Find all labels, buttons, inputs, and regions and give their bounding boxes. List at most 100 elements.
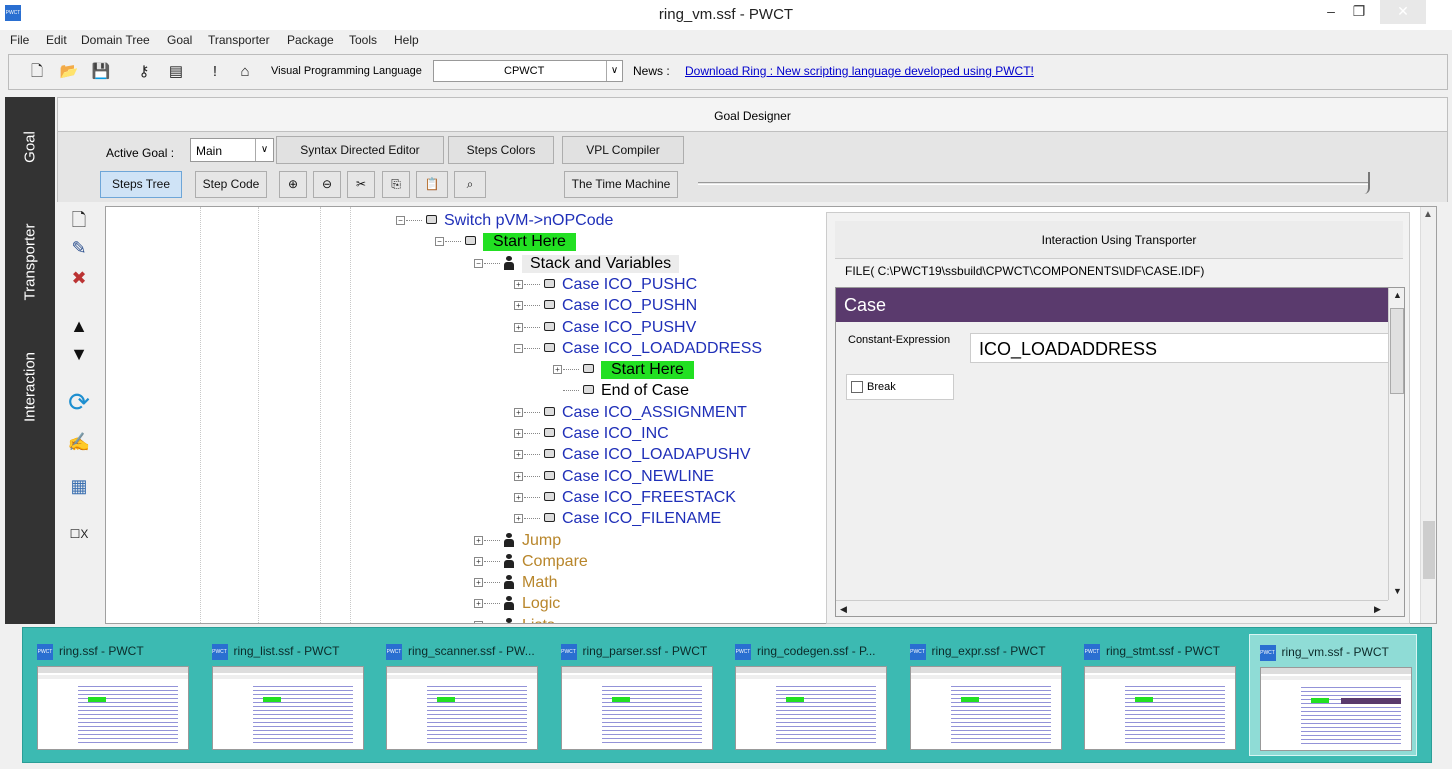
zoom-out-icon[interactable]: ⊖ xyxy=(313,171,341,198)
chevron-down-icon[interactable]: ∨ xyxy=(606,61,622,81)
toggle-x-checkbox[interactable]: ☐X xyxy=(65,520,93,548)
time-machine-slider-thumb[interactable] xyxy=(1364,172,1370,194)
menu-domain-tree[interactable]: Domain Tree xyxy=(81,33,150,47)
chevron-down-icon[interactable]: ∨ xyxy=(255,139,273,161)
time-machine-button[interactable]: The Time Machine xyxy=(564,171,678,198)
time-machine-slider[interactable] xyxy=(698,182,1368,185)
tab-goal[interactable]: Goal xyxy=(5,97,55,197)
expand-icon[interactable]: + xyxy=(514,301,523,311)
minimize-button[interactable]: – xyxy=(1318,0,1344,24)
scroll-right-icon[interactable]: ▶ xyxy=(1374,604,1381,615)
menu-file[interactable]: File xyxy=(10,33,29,47)
steps-tree-button[interactable]: Steps Tree xyxy=(100,171,182,198)
expand-icon[interactable]: + xyxy=(474,599,483,609)
menu-transporter[interactable]: Transporter xyxy=(208,33,270,47)
close-button[interactable]: ✕ xyxy=(1380,0,1426,24)
expand-icon[interactable]: + xyxy=(514,471,523,481)
scroll-up-icon[interactable]: ▲ xyxy=(1423,209,1433,220)
menu-tools[interactable]: Tools xyxy=(349,33,377,47)
open-folder-icon[interactable]: 📂 xyxy=(59,62,79,82)
maximize-button[interactable]: ❐ xyxy=(1346,0,1372,24)
goal-designer-header: Goal Designer xyxy=(57,97,1448,132)
app-icon: PWCT xyxy=(211,644,228,660)
taskbar-thumbnail[interactable]: PWCT ring_codegen.ssf - P... xyxy=(725,634,893,756)
open-box-icon[interactable]: ⌂ xyxy=(235,62,255,82)
edit-step-icon[interactable]: ✎ xyxy=(65,234,93,262)
expand-icon[interactable]: + xyxy=(514,322,523,332)
taskbar-thumbnail[interactable]: PWCT ring_stmt.ssf - PWCT xyxy=(1074,634,1242,756)
key-icon[interactable]: ⚷ xyxy=(134,62,154,82)
refresh-icon[interactable]: ⟳ xyxy=(65,388,93,416)
constant-expression-input[interactable]: ICO_LOADADDRESS xyxy=(970,333,1390,363)
report-icon[interactable]: ▤ xyxy=(166,62,186,82)
collapse-icon[interactable]: − xyxy=(396,216,405,225)
tree-connector xyxy=(524,305,540,307)
expand-icon[interactable]: + xyxy=(474,620,483,623)
scroll-up-icon[interactable]: ▲ xyxy=(1393,290,1402,300)
scroll-down-icon[interactable]: ▼ xyxy=(1393,586,1402,596)
taskbar-thumbnail[interactable]: PWCT ring_list.ssf - PWCT xyxy=(202,634,370,756)
scroll-left-icon[interactable]: ◀ xyxy=(840,604,847,615)
taskbar-thumbnail[interactable]: PWCT ring_parser.ssf - PWCT xyxy=(551,634,719,756)
zoom-in-icon[interactable]: ⊕ xyxy=(279,171,307,198)
cut-icon[interactable]: ✂ xyxy=(347,171,375,198)
exclamation-icon[interactable]: ! xyxy=(205,62,225,82)
step-code-button[interactable]: Step Code xyxy=(195,171,267,198)
move-up-icon[interactable]: ▲ xyxy=(65,312,93,340)
comment-icon[interactable]: ✍ xyxy=(65,428,93,456)
step-icon xyxy=(544,513,555,523)
app-icon: PWCT xyxy=(735,644,751,660)
tree-connector xyxy=(524,347,540,349)
save-icon[interactable]: 💾 xyxy=(91,62,111,82)
vpl-select[interactable]: CPWCT ∨ xyxy=(433,60,623,82)
tree-scrollbar[interactable]: ▲ xyxy=(1420,207,1436,623)
menu-help[interactable]: Help xyxy=(394,33,419,47)
steps-colors-button[interactable]: Steps Colors xyxy=(448,136,554,164)
break-checkbox-row[interactable]: Break xyxy=(846,374,954,400)
tree-guide-line xyxy=(350,207,351,623)
active-goal-select[interactable]: Main ∨ xyxy=(190,138,274,162)
form-icon[interactable]: ▦ xyxy=(65,472,93,500)
expand-icon[interactable]: + xyxy=(553,365,562,375)
taskbar-thumbnail[interactable]: PWCT ring_expr.ssf - PWCT xyxy=(900,634,1068,756)
expand-icon[interactable]: + xyxy=(514,450,523,460)
taskbar-thumbnail[interactable]: PWCT ring_vm.ssf - PWCT xyxy=(1248,634,1417,756)
move-down-icon[interactable]: ▼ xyxy=(65,340,93,368)
menu-edit[interactable]: Edit xyxy=(46,33,67,47)
form-horizontal-scrollbar[interactable]: ◀ ▶ xyxy=(836,600,1388,616)
expand-icon[interactable]: + xyxy=(474,535,483,545)
steps-tool-row: Steps Tree Step Code ⊕ ⊖ ✂ ⎘ 📋 ⌕ The Tim… xyxy=(57,168,1448,202)
taskbar-thumbnail[interactable]: PWCT ring_scanner.ssf - PW... xyxy=(376,634,544,756)
collapse-icon[interactable]: − xyxy=(435,237,444,247)
menu-goal[interactable]: Goal xyxy=(167,33,192,47)
find-icon[interactable]: ⌕ xyxy=(454,171,486,198)
app-icon: PWCT xyxy=(909,644,926,660)
form-vertical-scrollbar-thumb[interactable] xyxy=(1390,308,1404,394)
tab-interaction[interactable]: Interaction xyxy=(5,327,55,447)
tab-transporter[interactable]: Transporter xyxy=(5,197,55,327)
collapse-icon[interactable]: − xyxy=(474,258,483,268)
new-file-icon[interactable]: 🗋 xyxy=(27,62,47,82)
expand-icon[interactable]: + xyxy=(514,492,523,502)
expand-icon[interactable]: + xyxy=(474,578,483,588)
new-step-icon[interactable]: 🗋 xyxy=(65,206,93,234)
form-vertical-scrollbar[interactable]: ▲ ▼ xyxy=(1388,288,1404,600)
tree-scrollbar-thumb[interactable] xyxy=(1423,521,1435,579)
collapse-icon[interactable]: − xyxy=(514,343,523,353)
expand-icon[interactable]: + xyxy=(474,556,483,566)
copy-icon[interactable]: ⎘ xyxy=(382,171,410,198)
step-icon xyxy=(426,215,437,224)
break-checkbox[interactable] xyxy=(851,381,863,393)
vpl-compiler-button[interactable]: VPL Compiler xyxy=(562,136,684,164)
thumbnail-title: ring.ssf - PWCT xyxy=(59,644,144,658)
expand-icon[interactable]: + xyxy=(514,514,523,524)
taskbar-thumbnail[interactable]: PWCT ring.ssf - PWCT xyxy=(27,634,195,756)
menu-package[interactable]: Package xyxy=(287,33,334,47)
expand-icon[interactable]: + xyxy=(514,429,523,438)
syntax-directed-editor-button[interactable]: Syntax Directed Editor xyxy=(276,136,444,164)
paste-icon[interactable]: 📋 xyxy=(416,171,448,198)
delete-step-icon[interactable]: ✖ xyxy=(65,264,93,292)
expand-icon[interactable]: + xyxy=(514,407,523,417)
news-link[interactable]: Download Ring : New scripting language d… xyxy=(685,64,1034,78)
expand-icon[interactable]: + xyxy=(514,279,523,289)
